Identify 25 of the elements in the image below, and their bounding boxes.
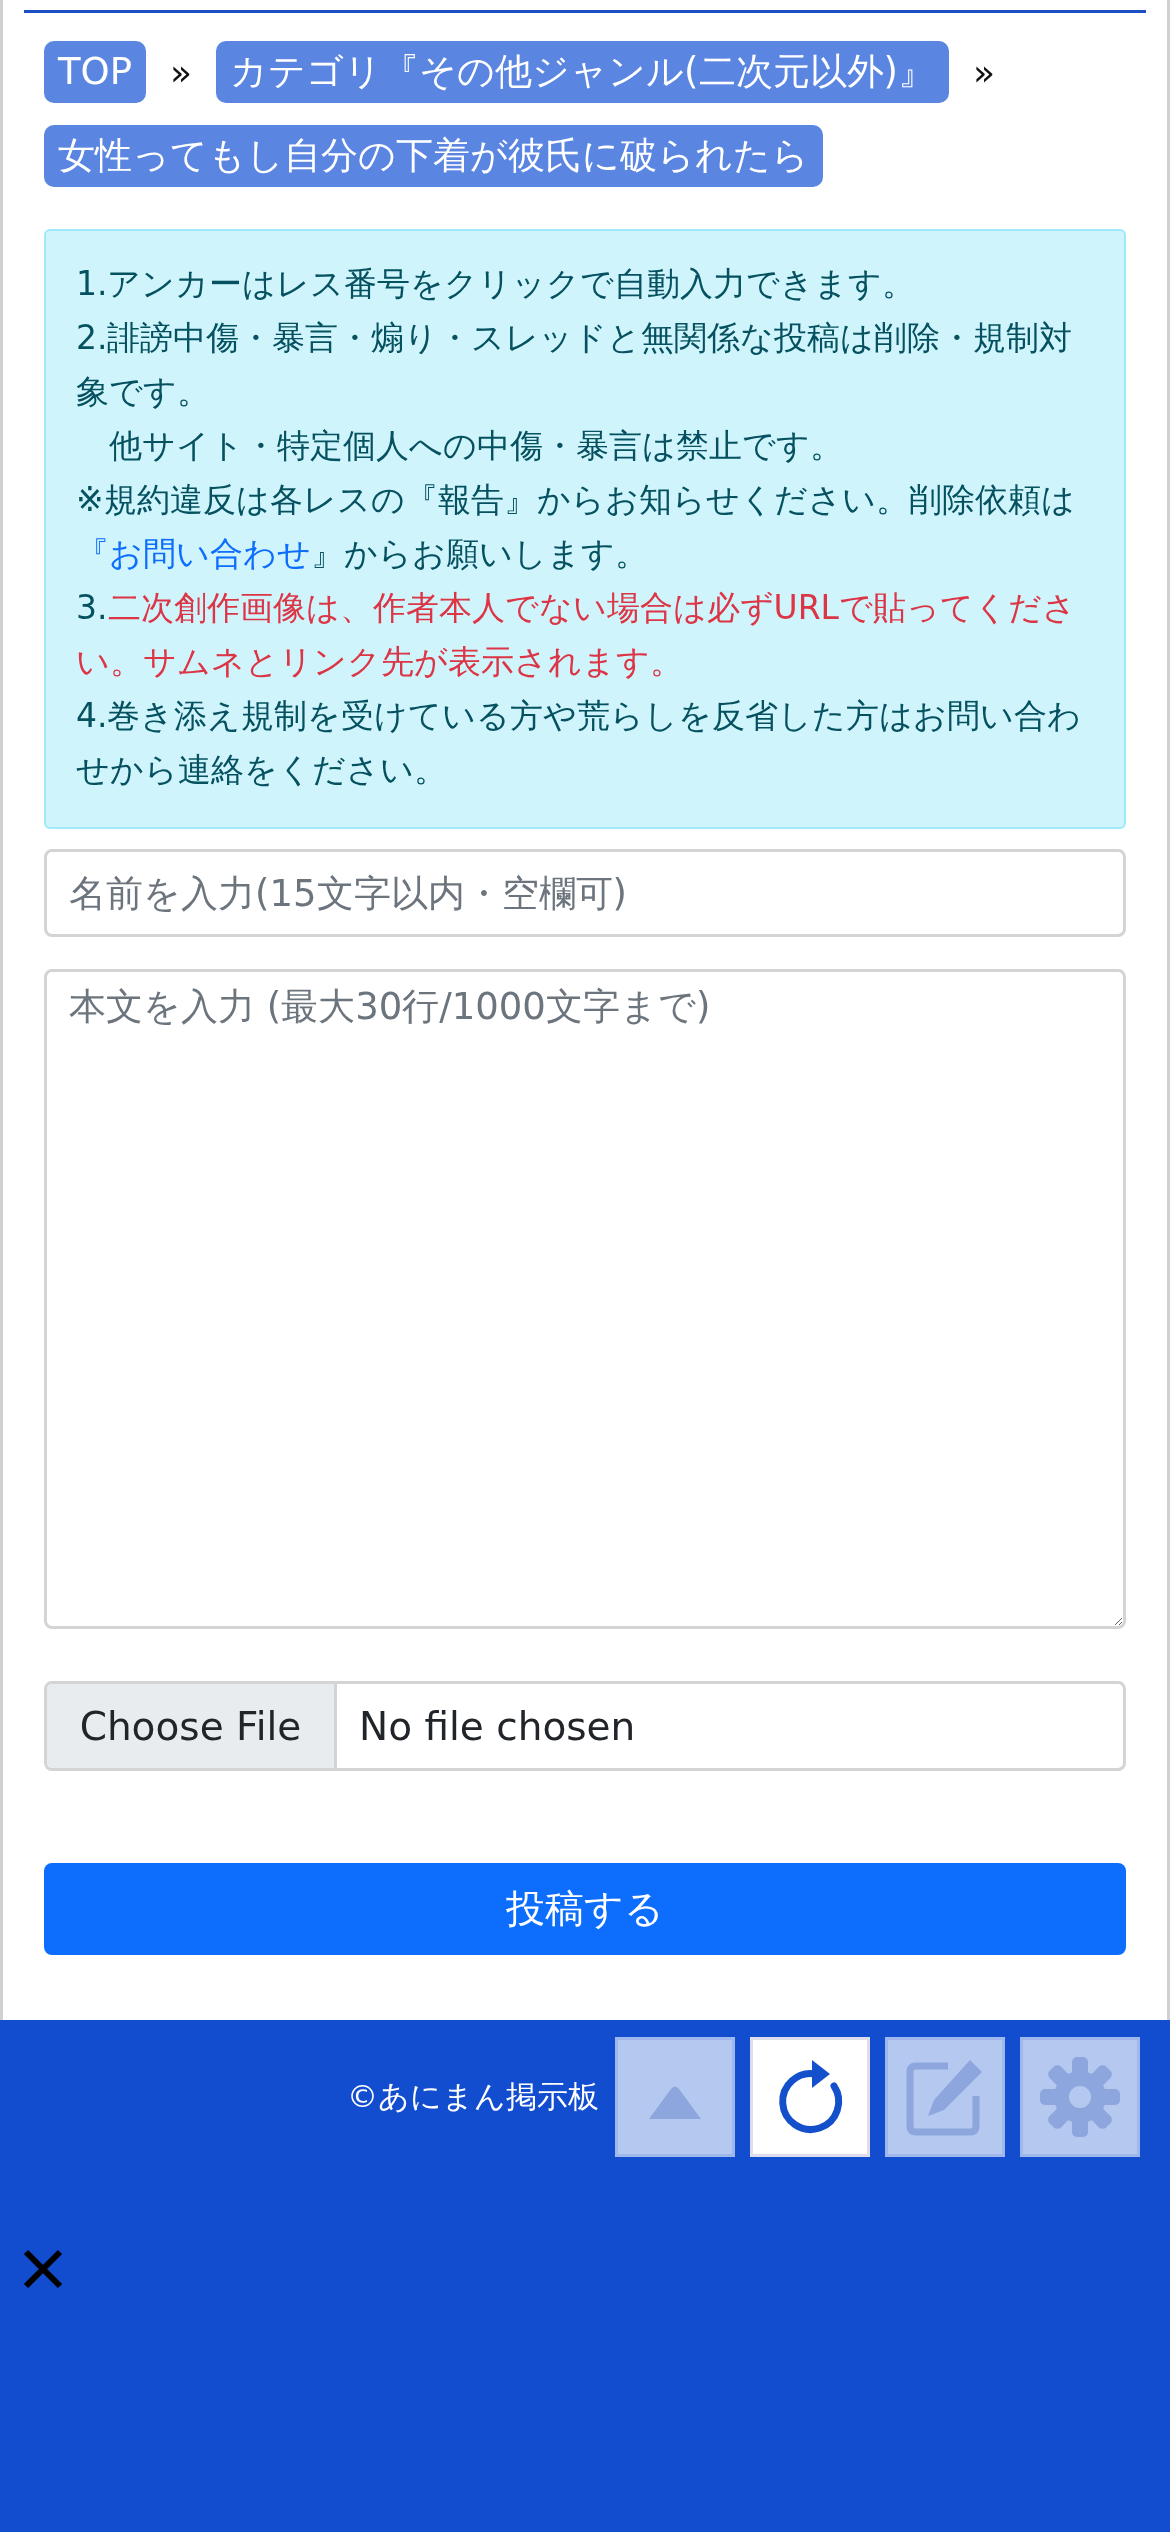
name-field[interactable]: 名前を入力(15文字以内・空欄可) [44,849,1126,937]
breadcrumb-separator: » [170,51,193,93]
notice-text: 1.アンカーはレス番号をクリックで自動入力できます。 [76,263,917,305]
settings-button[interactable] [1020,2037,1140,2157]
breadcrumb-link[interactable]: TOP [44,41,147,103]
notice-text: 他サイト・特定個人への中傷・暴言は禁止です。 [108,425,844,467]
settings-icon [1038,2055,1122,2139]
notice-text: 4.巻き添え規制を受けている方や荒らしを反省した方はお問い合わせから連絡をください。 [76,695,1083,791]
notice-text: 2.誹謗中傷・暴言・煽り・スレッドと無関係な投稿は削除・規制対象です。 [76,317,1074,413]
edit-button[interactable] [885,2037,1005,2157]
notice-text: 3.二次創作画像は、作者本人でない場合は必ずURLで貼ってください。サムネとリンク先が表示されます。 [76,587,1077,683]
breadcrumb-separator: » [972,51,995,93]
scroll-top-button[interactable] [615,2037,735,2157]
contact-link[interactable]: 『お問い合わせ [76,534,311,573]
close-icon[interactable] [22,2248,64,2290]
notice-text: ※規約違反は各レスの『報告』からお知らせください。削除依頼は 『お問い合わせ』からお願いします。 [76,479,1076,575]
copyright-text: ©あにまん掲示板 [347,2077,599,2116]
file-input[interactable]: Choose File No file chosen [44,1681,1126,1771]
file-status-text: No file chosen [358,1702,636,1751]
message-field[interactable]: 本文を入力 (最大30行/1000文字まで) [44,969,1126,1629]
choose-file-button[interactable]: Choose File [47,1684,337,1768]
breadcrumb-link[interactable]: 女性ってもし自分の下着が彼氏に破られたら [44,125,823,187]
submit-button[interactable]: 投稿する [44,1863,1126,1955]
breadcrumb-link[interactable]: カテゴリ『その他ジャンル(二次元以外)』 [216,41,949,103]
reload-button[interactable] [750,2037,870,2157]
